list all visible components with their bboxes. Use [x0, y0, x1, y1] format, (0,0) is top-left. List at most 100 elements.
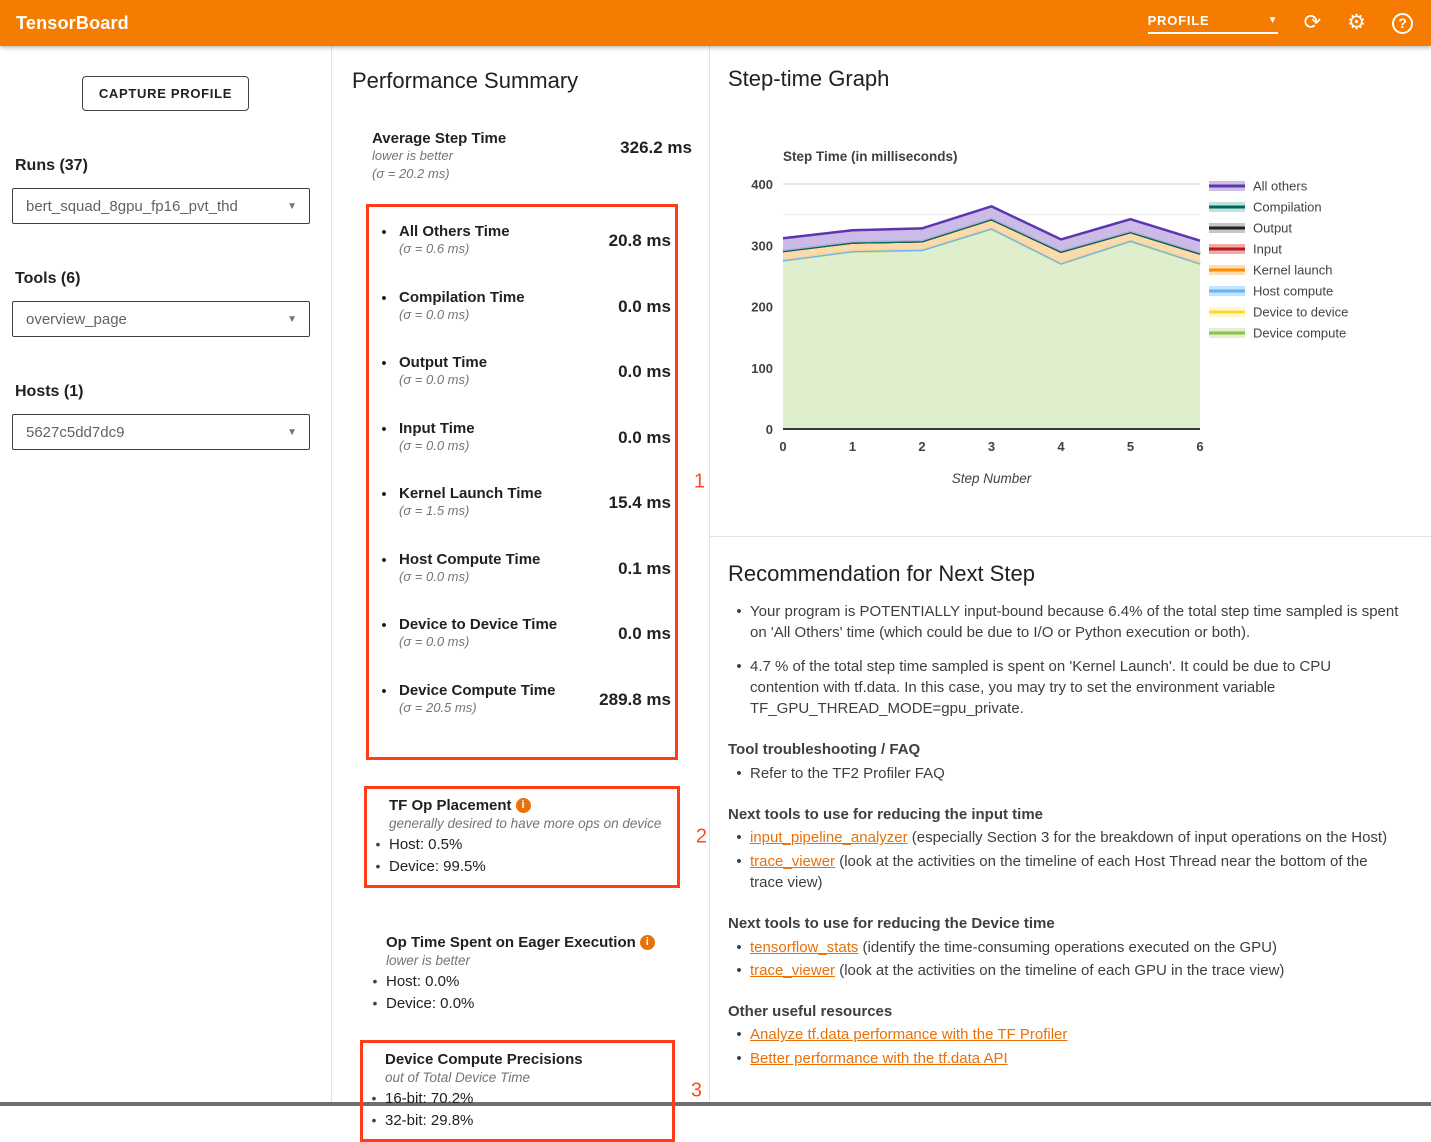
runs-label: Runs (37) [15, 157, 319, 175]
metric-sigma: (σ = 1.5 ms) [399, 502, 575, 520]
trace-viewer-link[interactable]: trace_viewer [750, 962, 835, 979]
metric-name: Host Compute Time [399, 551, 575, 568]
dropdown-caret-icon: ▼ [287, 201, 297, 212]
tf-op-placement-title: TF Op Placementi [367, 797, 677, 814]
summary-row-device-to-device: • Device to Device Time (σ = 0.0 ms) 0.0… [369, 616, 671, 651]
bullet: • [369, 420, 399, 455]
section-heading-resources: Other useful resources [728, 1001, 1401, 1022]
svg-text:5: 5 [1127, 439, 1134, 454]
metric-sigma: (σ = 0.0 ms) [399, 568, 575, 586]
tool-item: • trace_viewer (look at the activities o… [728, 851, 1401, 894]
info-icon[interactable]: i [640, 935, 655, 950]
section-heading-input-time: Next tools to use for reducing the input… [728, 804, 1401, 825]
info-icon[interactable]: i [516, 798, 531, 813]
capture-profile-button[interactable]: CAPTURE PROFILE [82, 76, 249, 111]
dropdown-caret-icon: ▼ [287, 314, 297, 325]
precision-32bit: •32-bit: 29.8% [363, 1112, 672, 1129]
resource-item: • Analyze tf.data performance with the T… [728, 1024, 1401, 1045]
tools-label: Tools (6) [15, 270, 319, 288]
bullet: • [728, 937, 750, 958]
tool-item: • trace_viewer (look at the activities o… [728, 960, 1401, 981]
bullet: • [369, 485, 399, 520]
recommendation-title: Recommendation for Next Step [728, 561, 1401, 587]
svg-text:Output: Output [1253, 221, 1292, 236]
bullet: • [367, 858, 389, 875]
faq-item: • Refer to the TF2 Profiler FAQ [728, 763, 1401, 784]
svg-text:Step Number: Step Number [952, 471, 1032, 486]
eager-note: lower is better [364, 953, 709, 968]
bullet: • [369, 616, 399, 651]
bullet: • [369, 551, 399, 586]
annotation-box-2: TF Op Placementi generally desired to ha… [364, 786, 680, 888]
app-title: TensorBoard [16, 13, 129, 34]
right-pane: Step-time Graph Step Time (in millisecon… [710, 46, 1431, 1102]
dashboard-selector-value: PROFILE [1148, 13, 1210, 28]
annotation-number-2: 2 [696, 826, 707, 849]
bullet: • [369, 354, 399, 389]
precisions-title: Device Compute Precisions [363, 1051, 672, 1068]
step-time-chart[interactable]: Step Time (in milliseconds)0100200300400… [728, 112, 1428, 502]
gear-icon[interactable]: ⚙ [1347, 12, 1366, 34]
metric-name: Input Time [399, 420, 575, 437]
input-pipeline-analyzer-link[interactable]: input_pipeline_analyzer [750, 829, 908, 846]
average-step-time-row: Average Step Time lower is better (σ = 2… [372, 130, 692, 182]
tfdata-api-link[interactable]: Better performance with the tf.data API [750, 1050, 1008, 1067]
bullet: • [364, 995, 386, 1012]
tools-select[interactable]: overview_page ▼ [12, 301, 310, 337]
metric-sigma: (σ = 0.0 ms) [399, 437, 575, 455]
svg-text:Step Time (in milliseconds): Step Time (in milliseconds) [783, 149, 958, 164]
placement-host: •Host: 0.5% [367, 836, 677, 853]
svg-text:2: 2 [918, 439, 925, 454]
metric-name: All Others Time [399, 223, 575, 240]
metric-value: 0.0 ms [575, 354, 671, 389]
metric-sigma: (σ = 0.0 ms) [399, 371, 575, 389]
svg-text:Input: Input [1253, 242, 1282, 257]
help-icon[interactable]: ? [1392, 13, 1413, 34]
eager-execution-block: Op Time Spent on Eager Executioni lower … [364, 926, 709, 1020]
summary-row-host-compute: • Host Compute Time (σ = 0.0 ms) 0.1 ms [369, 551, 671, 586]
metric-value: 0.0 ms [575, 616, 671, 651]
runs-group: Runs (37) bert_squad_8gpu_fp16_pvt_thd ▼ [12, 157, 319, 224]
summary-row-device-compute: • Device Compute Time (σ = 20.5 ms) 289.… [369, 682, 671, 717]
hosts-group: Hosts (1) 5627c5dd7dc9 ▼ [12, 383, 319, 450]
svg-text:400: 400 [751, 177, 773, 192]
refresh-icon[interactable]: ⟳ [1304, 12, 1322, 34]
reco-bullet-kernel-launch: • 4.7 % of the total step time sampled i… [728, 656, 1401, 720]
metric-value: 326.2 ms [596, 130, 692, 182]
hosts-select[interactable]: 5627c5dd7dc9 ▼ [12, 414, 310, 450]
summary-row-compilation: • Compilation Time (σ = 0.0 ms) 0.0 ms [369, 289, 671, 324]
metric-sigma: (σ = 20.5 ms) [399, 699, 575, 717]
eager-host: •Host: 0.0% [364, 973, 709, 990]
bullet: • [364, 973, 386, 990]
metric-sigma: (σ = 0.6 ms) [399, 240, 575, 258]
bullet: • [363, 1112, 385, 1129]
svg-text:Device to device: Device to device [1253, 305, 1348, 320]
bullet: • [728, 851, 750, 894]
metric-note: lower is better [372, 147, 596, 165]
metric-sigma: (σ = 20.2 ms) [372, 165, 596, 183]
bullet: • [728, 827, 750, 848]
bullet: • [369, 223, 399, 258]
svg-text:4: 4 [1057, 439, 1065, 454]
sidebar: CAPTURE PROFILE Runs (37) bert_squad_8gp… [0, 46, 332, 1102]
metric-name: Device to Device Time [399, 616, 575, 633]
metric-value: 20.8 ms [575, 223, 671, 258]
svg-text:Compilation: Compilation [1253, 200, 1322, 215]
bullet: • [728, 1048, 750, 1069]
eager-title: Op Time Spent on Eager Executioni [364, 934, 709, 951]
section-heading-faq: Tool troubleshooting / FAQ [728, 739, 1401, 760]
svg-text:Kernel launch: Kernel launch [1253, 263, 1333, 278]
annotation-number-3: 3 [691, 1080, 702, 1103]
runs-select[interactable]: bert_squad_8gpu_fp16_pvt_thd ▼ [12, 188, 310, 224]
trace-viewer-link[interactable]: trace_viewer [750, 853, 835, 870]
svg-text:200: 200 [751, 300, 773, 315]
resource-item: • Better performance with the tf.data AP… [728, 1048, 1401, 1069]
dashboard-selector[interactable]: PROFILE ▼ [1148, 13, 1278, 34]
tensorflow-stats-link[interactable]: tensorflow_stats [750, 939, 858, 956]
tf-op-placement-note: generally desired to have more ops on de… [367, 816, 677, 831]
tfdata-profiler-link[interactable]: Analyze tf.data performance with the TF … [750, 1026, 1067, 1043]
metric-name: Output Time [399, 354, 575, 371]
svg-text:0: 0 [766, 422, 773, 437]
section-heading-device-time: Next tools to use for reducing the Devic… [728, 913, 1401, 934]
tool-item: • tensorflow_stats (identify the time-co… [728, 937, 1401, 958]
